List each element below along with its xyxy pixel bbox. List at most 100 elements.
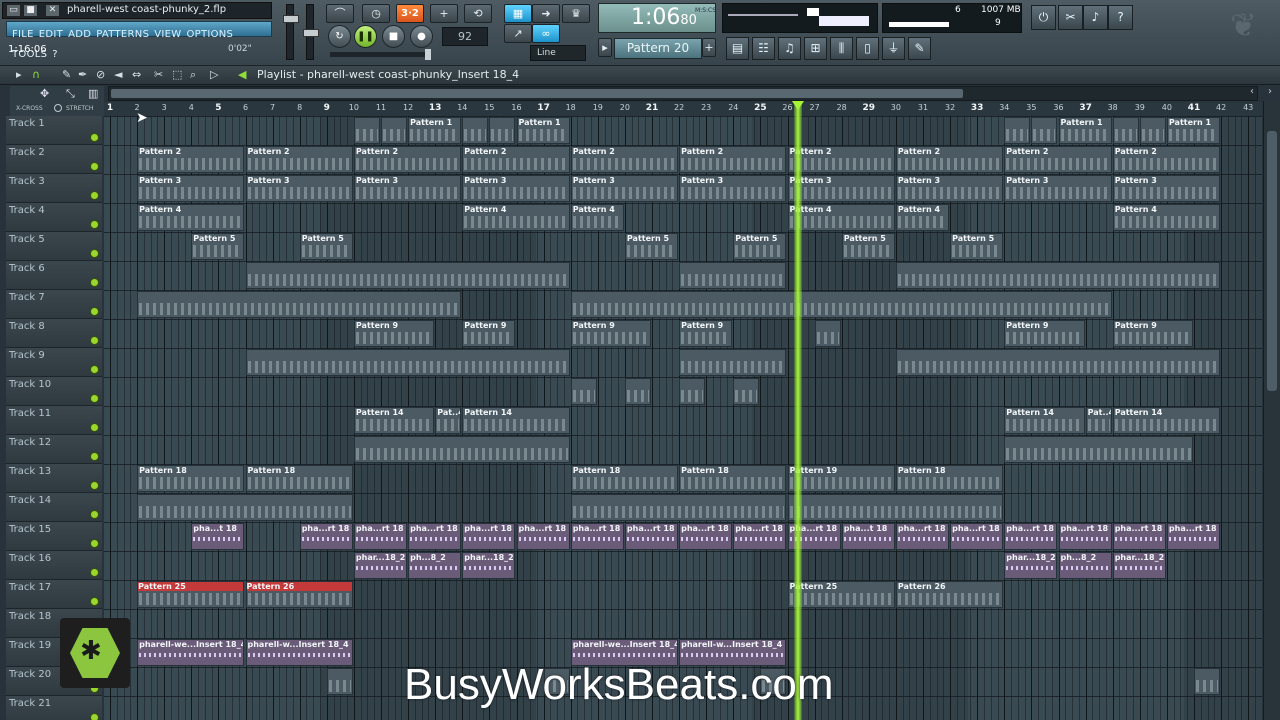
track-mute-led-icon[interactable] bbox=[90, 510, 99, 519]
snap-select[interactable]: Line bbox=[530, 45, 586, 61]
track-mute-led-icon[interactable] bbox=[90, 133, 99, 142]
pattern-clip[interactable]: Pattern 2 bbox=[462, 146, 570, 173]
pattern-clip[interactable]: Pattern 2 bbox=[787, 146, 895, 173]
pattern-clip[interactable]: Pattern 4 bbox=[137, 204, 245, 231]
pencil-icon[interactable]: ✎ bbox=[62, 68, 71, 81]
track-header[interactable]: Track 9 bbox=[6, 348, 102, 377]
pattern-clip[interactable]: Pattern 19 bbox=[787, 465, 895, 492]
pattern-clip[interactable] bbox=[1194, 668, 1221, 695]
select-icon[interactable]: ⬚ bbox=[172, 68, 182, 81]
audio-clip[interactable]: pha...rt 18 bbox=[950, 523, 1004, 550]
playlist-grid[interactable]: Pattern 1 Pattern 1 Pattern 1 Pattern 1 Patt… bbox=[104, 116, 1262, 720]
tools-scissors-icon[interactable]: ✂ bbox=[1058, 5, 1083, 30]
track-header[interactable]: Track 6 bbox=[6, 261, 102, 290]
save-icon[interactable]: ■ bbox=[23, 4, 38, 17]
prev-pattern-button[interactable]: ▸ bbox=[598, 38, 612, 57]
pattern-clip[interactable]: Pattern 26 bbox=[895, 581, 1004, 608]
pattern-clip[interactable]: Pattern 5 bbox=[733, 233, 787, 260]
pattern-clip[interactable]: Pattern 9 bbox=[462, 320, 516, 347]
pattern-clip[interactable]: Pattern 9 bbox=[1112, 320, 1193, 347]
track-mute-led-icon[interactable] bbox=[90, 452, 99, 461]
track-header[interactable]: Track 14 bbox=[6, 493, 102, 522]
audio-clip[interactable]: pharell-we...Insert 18_4 bbox=[137, 639, 245, 666]
channel-icon[interactable]: ▯ bbox=[856, 37, 879, 60]
pattern-clip[interactable]: Pattern 2 bbox=[895, 146, 1004, 173]
pattern-clip[interactable] bbox=[462, 117, 489, 144]
pattern-clip[interactable]: Pattern 3 bbox=[1112, 175, 1221, 202]
pattern-clip[interactable] bbox=[570, 378, 597, 405]
add-pattern-button[interactable]: + bbox=[702, 38, 716, 57]
audio-clip[interactable]: pha...rt 18 bbox=[462, 523, 516, 550]
pattern-clip[interactable] bbox=[1139, 117, 1166, 144]
track-header[interactable]: Track 12 bbox=[6, 435, 102, 464]
audio-clip[interactable]: pha...rt 18 bbox=[570, 523, 624, 550]
track-mute-led-icon[interactable] bbox=[90, 481, 99, 490]
pattern-clip[interactable] bbox=[895, 262, 1221, 289]
pattern-clip[interactable]: Pattern 4 bbox=[895, 204, 950, 231]
audio-clip[interactable]: pha...rt 18 bbox=[1166, 523, 1221, 550]
pause-button[interactable]: ❚❚ bbox=[354, 25, 377, 48]
audio-clip[interactable]: pha...rt 18 bbox=[1058, 523, 1112, 550]
pattern-clip[interactable]: Pattern 2 bbox=[679, 146, 787, 173]
pattern-clip[interactable]: Pattern 25 bbox=[137, 581, 245, 608]
audio-clip[interactable]: phar...18_2 bbox=[353, 552, 408, 579]
track-mute-led-icon[interactable] bbox=[90, 249, 99, 258]
pattern-clip[interactable]: Pattern 3 bbox=[353, 175, 462, 202]
pattern-clip[interactable]: Pattern 25 bbox=[787, 581, 895, 608]
audio-clip[interactable]: pha...rt 18 bbox=[408, 523, 462, 550]
record-button[interactable]: ● bbox=[410, 25, 433, 48]
audio-clip[interactable]: phar...18_2 bbox=[462, 552, 516, 579]
stop-button[interactable]: ■ bbox=[382, 25, 405, 48]
resize-icon[interactable]: ⤡ bbox=[66, 87, 75, 101]
tempo-display[interactable]: 92 bbox=[442, 27, 488, 46]
menu-item-file[interactable]: FILE bbox=[12, 28, 34, 42]
track-mute-led-icon[interactable] bbox=[90, 539, 99, 548]
grid-icon[interactable]: ▥ bbox=[88, 87, 98, 100]
pattern-clip[interactable] bbox=[326, 668, 353, 695]
pattern-clip[interactable]: Pattern 3 bbox=[570, 175, 679, 202]
track-header[interactable]: Track 15 bbox=[6, 522, 102, 551]
track-header[interactable]: Track 21 bbox=[6, 696, 102, 720]
master-pitch-slider[interactable] bbox=[303, 4, 319, 60]
audio-clip[interactable]: pha...rt 18 bbox=[624, 523, 679, 550]
pattern-clip[interactable]: Pattern 2 bbox=[353, 146, 462, 173]
pattern-clip[interactable]: Pattern 5 bbox=[841, 233, 895, 260]
pattern-clip[interactable]: Pattern 4 bbox=[462, 204, 570, 231]
track-mute-led-icon[interactable] bbox=[90, 307, 99, 316]
pattern-clip[interactable]: Pattern 5 bbox=[299, 233, 353, 260]
horizontal-scrollbar[interactable] bbox=[108, 86, 1258, 101]
audio-clip[interactable]: pha...rt 18 bbox=[1112, 523, 1166, 550]
pattern-clip[interactable]: Pattern 18 bbox=[895, 465, 1004, 492]
audio-clip[interactable]: pha...rt 18 bbox=[895, 523, 950, 550]
track-mute-led-icon[interactable] bbox=[90, 568, 99, 577]
track-header[interactable]: Track 10 bbox=[6, 377, 102, 406]
menu-item-options[interactable]: OPTIONS bbox=[186, 28, 233, 42]
pattern-clip[interactable] bbox=[381, 117, 408, 144]
countdown-button[interactable]: 3·2 bbox=[396, 4, 424, 23]
track-mute-led-icon[interactable] bbox=[90, 191, 99, 200]
track-header[interactable]: Track 8 bbox=[6, 319, 102, 348]
pattern-clip[interactable] bbox=[137, 494, 353, 521]
track-header[interactable]: Track 7 bbox=[6, 290, 102, 319]
pattern-clip[interactable]: Pattern 14 bbox=[1112, 407, 1221, 434]
pattern-clip[interactable]: Pattern 9 bbox=[1004, 320, 1085, 347]
playhead[interactable] bbox=[794, 101, 803, 720]
scroll-right-icon[interactable]: › bbox=[1268, 86, 1272, 97]
track-mute-led-icon[interactable] bbox=[90, 423, 99, 432]
pattern-clip[interactable]: Pattern 2 bbox=[137, 146, 245, 173]
pattern-clip[interactable]: Pattern 3 bbox=[137, 175, 245, 202]
vertical-scroll-thumb[interactable] bbox=[1267, 131, 1277, 391]
pattern-clip[interactable]: Pattern 9 bbox=[679, 320, 733, 347]
pattern-clip[interactable] bbox=[570, 291, 1112, 318]
scroll-left-icon[interactable]: ‹ bbox=[1250, 86, 1254, 97]
track-header[interactable]: Track 16 bbox=[6, 551, 102, 580]
pattern-clip[interactable] bbox=[1004, 436, 1193, 463]
pattern-clip[interactable] bbox=[245, 349, 570, 376]
track-mute-led-icon[interactable] bbox=[90, 713, 99, 720]
vertical-scrollbar[interactable] bbox=[1263, 101, 1280, 720]
pattern-clip[interactable]: Pattern 14 bbox=[462, 407, 570, 434]
pattern-clip[interactable]: Pattern 9 bbox=[570, 320, 651, 347]
browser-tree-icon[interactable]: ⊞ bbox=[804, 37, 827, 60]
master-slider-handle[interactable] bbox=[425, 49, 431, 60]
audio-clip[interactable]: ph...8_2 bbox=[408, 552, 462, 579]
